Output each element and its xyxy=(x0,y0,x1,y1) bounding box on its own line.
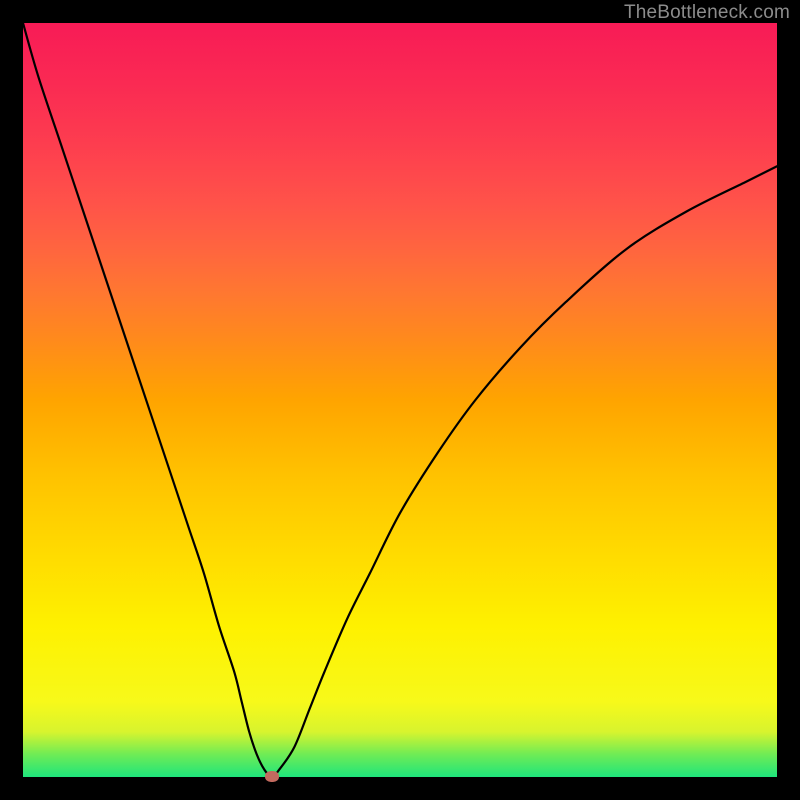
plot-area xyxy=(23,23,777,777)
min-marker xyxy=(265,771,279,782)
bottleneck-curve xyxy=(23,23,777,777)
chart-frame: TheBottleneck.com xyxy=(0,0,800,800)
watermark-text: TheBottleneck.com xyxy=(624,2,790,24)
